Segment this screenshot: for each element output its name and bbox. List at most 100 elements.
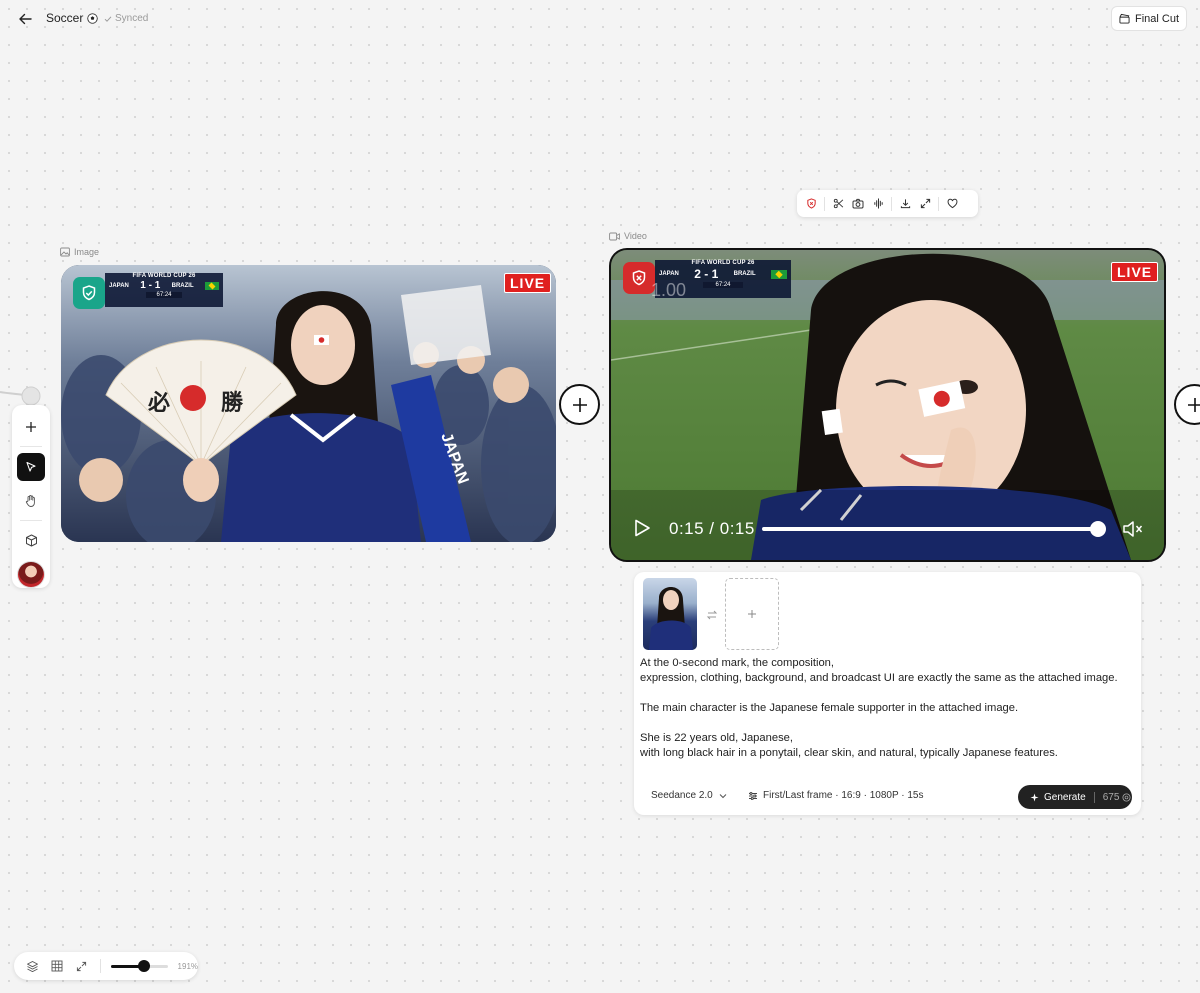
sync-status-text: Synced xyxy=(115,13,149,24)
fan-character-left: 必 xyxy=(148,390,170,416)
brazil-flag-icon xyxy=(205,281,219,290)
chevron-down-icon xyxy=(719,793,727,798)
palette-divider xyxy=(20,520,42,522)
mute-button[interactable] xyxy=(1122,519,1144,539)
scoreboard-away: BRAZIL xyxy=(733,271,756,277)
audio-button[interactable] xyxy=(868,194,888,214)
snapshot-button[interactable] xyxy=(848,194,868,214)
image-node-label-text: Image xyxy=(74,247,100,257)
shield-check-icon xyxy=(82,285,96,301)
shield-x-icon xyxy=(806,198,816,209)
thumbnail-image xyxy=(649,587,693,650)
plus-icon xyxy=(1187,397,1200,412)
live-badge: LIVE xyxy=(504,273,552,293)
volume-mute-icon xyxy=(1123,521,1143,537)
clapperboard-icon xyxy=(1119,13,1130,24)
project-title[interactable]: Soccer xyxy=(46,11,99,25)
video-progress-handle[interactable] xyxy=(1090,521,1106,537)
moderation-button[interactable] xyxy=(801,194,821,214)
zoom-level: 191% xyxy=(177,961,199,971)
scoreboard-away: BRAZIL xyxy=(171,282,194,289)
scissors-icon xyxy=(833,198,843,209)
video-progress-bar[interactable] xyxy=(762,527,1099,531)
cut-button[interactable] xyxy=(828,194,848,214)
image-icon xyxy=(60,247,70,257)
canvas-bottom-bar: 191% xyxy=(14,952,198,980)
brazil-flag-icon xyxy=(771,269,787,279)
add-tool-button[interactable] xyxy=(17,413,45,440)
safety-badge[interactable] xyxy=(73,277,105,309)
prompt-textarea[interactable]: At the 0-second mark, the composition, e… xyxy=(640,656,1135,761)
scoreboard-ghost-value: 1.00 xyxy=(651,280,687,300)
hand-icon xyxy=(25,494,35,507)
audio-wave-icon xyxy=(873,198,883,209)
model-select-value: Seedance 2.0 xyxy=(651,790,713,801)
zoom-slider-handle[interactable] xyxy=(137,959,150,972)
layers-button[interactable] xyxy=(22,955,43,977)
layers-icon xyxy=(26,960,38,972)
select-tool-button[interactable] xyxy=(17,453,45,481)
media-toolbar xyxy=(797,190,978,217)
download-button[interactable] xyxy=(895,194,915,214)
toolbar-divider xyxy=(824,196,825,211)
plus-icon xyxy=(26,421,36,432)
fan-character-right: 勝 xyxy=(221,390,244,416)
grid-button[interactable] xyxy=(47,955,68,977)
arrow-left-icon xyxy=(19,13,32,25)
favorite-button[interactable] xyxy=(942,194,962,214)
generate-button[interactable]: Generate 675 xyxy=(1018,785,1132,809)
play-icon xyxy=(635,519,650,537)
first-frame-thumbnail[interactable] xyxy=(643,578,697,650)
cube-icon xyxy=(25,534,37,547)
plus-icon xyxy=(748,610,756,618)
scoreboard-score: 1 - 1 xyxy=(140,280,161,291)
credit-coin-icon xyxy=(1122,792,1131,802)
shield-x-icon xyxy=(632,270,646,286)
generate-divider xyxy=(1093,791,1095,803)
fit-view-button[interactable] xyxy=(71,955,92,977)
zoom-slider[interactable] xyxy=(110,959,168,972)
final-cut-button[interactable]: Final Cut xyxy=(1111,6,1187,31)
final-cut-label: Final Cut xyxy=(1134,12,1180,25)
scoreboard-home: JAPAN xyxy=(659,271,679,277)
add-last-frame-button[interactable] xyxy=(725,578,779,650)
swap-icon[interactable] xyxy=(706,609,718,621)
toolbar-divider xyxy=(938,196,939,211)
video-node-label-text: Video xyxy=(624,231,647,241)
toolbar-divider xyxy=(891,196,892,211)
prompt-line: She is 22 years old, Japanese, xyxy=(640,732,793,744)
soccer-ball-icon xyxy=(87,12,99,24)
back-button[interactable] xyxy=(14,8,36,30)
video-node[interactable]: FIFA WORLD CUP 26 JAPAN 2 - 1 BRAZIL 67:… xyxy=(609,248,1166,562)
scoreboard-score: 2 - 1 xyxy=(694,267,719,281)
video-time-display: 0:15 / 0:15 xyxy=(669,519,755,538)
hand-tool-button[interactable] xyxy=(17,487,45,514)
sparkle-icon xyxy=(1030,792,1039,802)
add-node-button[interactable] xyxy=(559,384,600,425)
play-button[interactable] xyxy=(632,518,654,540)
expand-icon xyxy=(76,961,86,971)
prompt-panel: At the 0-second mark, the composition, e… xyxy=(634,572,1141,815)
add-node-button-right[interactable] xyxy=(1174,384,1200,425)
plus-icon xyxy=(572,397,587,412)
credit-cost-value: 675 xyxy=(1102,791,1120,803)
fullscreen-button[interactable] xyxy=(915,194,935,214)
sliders-icon xyxy=(749,791,757,800)
video-node-label: Video xyxy=(609,231,647,241)
assets-tool-button[interactable] xyxy=(17,527,45,554)
image-node[interactable]: JAPAN 必 勝 FIFA WORLD CUP 26 JAPAN 1 - 1 … xyxy=(61,265,556,542)
check-icon xyxy=(104,15,112,22)
tool-palette xyxy=(12,405,50,589)
model-select[interactable]: Seedance 2.0 xyxy=(651,790,727,801)
bottom-bar-divider xyxy=(99,959,101,973)
scoreboard-clock: 67:24 xyxy=(146,292,182,298)
cursor-icon xyxy=(26,462,36,472)
live-badge: LIVE xyxy=(1111,262,1159,282)
scoreboard-clock: 67:24 xyxy=(703,282,743,288)
expand-icon xyxy=(920,198,930,209)
credit-cost: 675 xyxy=(1103,792,1132,803)
prompt-line: The main character is the Japanese femal… xyxy=(640,702,1019,714)
character-avatar[interactable] xyxy=(17,560,45,589)
scoreboard-home: JAPAN xyxy=(109,282,129,289)
generation-settings-button[interactable]: First/Last frame · 16:9 · 1080P · 15s xyxy=(748,790,923,801)
